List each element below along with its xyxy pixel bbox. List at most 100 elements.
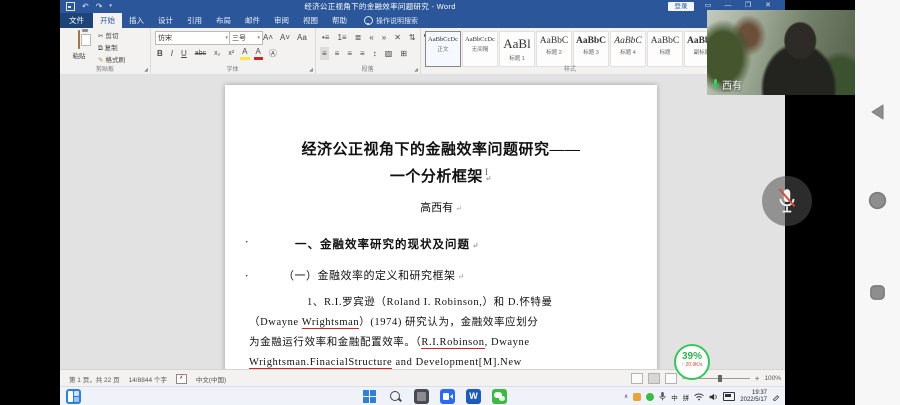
tab-file[interactable]: 文件 <box>60 13 93 28</box>
web-layout-icon[interactable] <box>665 373 678 384</box>
word-count[interactable]: 14/8844 个字 <box>129 374 167 384</box>
search-icon[interactable] <box>388 389 403 404</box>
font-name-select[interactable]: 仿宋 ▾ <box>155 31 231 45</box>
ribbon: 粘贴 ✂ 剪切 ⧉ 复制 ✎ 格式刷 剪贴板 ◢ 仿宋 ▾ 三号 ▾ A˄ A˅… <box>60 28 785 75</box>
paragraph-dialog-launcher-icon[interactable]: ◢ <box>414 67 418 73</box>
proofing-errors-icon[interactable]: ✗ <box>175 373 187 384</box>
tell-me-search[interactable]: 操作说明搜索 <box>364 13 418 28</box>
cut-button[interactable]: ✂ 剪切 <box>98 32 118 42</box>
style-title[interactable]: AaBbC 标题 <box>647 31 683 67</box>
line-spacing-icon[interactable]: ↕ <box>371 47 379 60</box>
strikethrough-icon[interactable]: abc <box>193 47 208 60</box>
android-home-button[interactable] <box>855 190 900 211</box>
align-left-icon[interactable]: ≡ <box>320 47 329 60</box>
paragraph-group-label: 段落 <box>361 67 374 73</box>
battery-icon[interactable] <box>723 392 736 401</box>
tencent-meeting-icon[interactable] <box>440 389 455 404</box>
numbered-list-icon[interactable]: 1≡ <box>335 31 348 44</box>
justify-icon[interactable]: ≡ <box>358 47 367 60</box>
widgets-icon[interactable] <box>66 389 81 404</box>
webcam-video-tile[interactable]: 西有 <box>707 10 855 95</box>
zoom-slider-knob[interactable] <box>717 375 722 382</box>
shrink-font-icon[interactable]: A˅ <box>278 31 292 44</box>
body-line: Wrightsman.FinacialStructure and Develop… <box>249 357 522 369</box>
read-mode-icon[interactable] <box>631 373 644 384</box>
tab-design[interactable]: 设计 <box>151 13 180 28</box>
ime-layout[interactable]: 拼 <box>683 392 690 402</box>
bullet-list-icon[interactable]: •≡ <box>320 31 331 44</box>
document-page[interactable]: 经济公正视角下的金融效率问题研究—— 一个分析框架 ↵ 高西有 ↵ 一、金融效率研究… <box>225 85 657 369</box>
enclose-characters-icon[interactable]: Ⓐ <box>267 47 279 60</box>
word-app-icon[interactable]: W <box>466 389 481 404</box>
print-layout-icon[interactable] <box>648 373 661 384</box>
doc-title-line1: 经济公正视角下的金融效率问题研究—— <box>301 142 581 158</box>
decrease-indent-icon[interactable]: « <box>367 31 375 44</box>
tab-references[interactable]: 引用 <box>180 13 209 28</box>
increase-indent-icon[interactable]: » <box>380 31 388 44</box>
tab-insert[interactable]: 插入 <box>122 13 151 28</box>
scissors-icon: ✂ <box>98 33 104 40</box>
style-heading3[interactable]: AaBbC 标题 3 <box>573 31 609 67</box>
shading-icon[interactable]: ▨ <box>383 47 395 60</box>
speaker-icon[interactable] <box>709 393 718 401</box>
zoom-level[interactable]: 100% <box>764 375 781 382</box>
style-normal[interactable]: AaBbCcDc 正文 <box>425 31 461 67</box>
tab-view[interactable]: 视图 <box>296 13 325 28</box>
clipboard-group-label: 剪贴板 <box>95 67 114 73</box>
wechat-icon[interactable] <box>492 389 507 404</box>
align-center-icon[interactable]: ≡ <box>333 47 342 60</box>
paste-button[interactable]: 粘贴 <box>66 30 92 60</box>
tray-clock[interactable]: 19:37 2022/5/17 <box>740 390 767 404</box>
tray-app-icon[interactable] <box>633 392 642 401</box>
document-area: 经济公正视角下的金融效率问题研究—— 一个分析框架 ↵ 高西有 ↵ 一、金融效率研究… <box>60 74 785 369</box>
copy-button[interactable]: ⧉ 复制 <box>98 44 118 54</box>
notification-pen-icon[interactable] <box>772 393 780 401</box>
subscript-icon[interactable]: x₂ <box>212 47 222 60</box>
android-recents-button[interactable] <box>855 283 900 302</box>
signin-button[interactable]: 登录 <box>668 2 694 11</box>
tray-expand-icon[interactable]: ∧ <box>624 393 628 400</box>
language-indicator[interactable]: 中文(中国) <box>196 374 226 384</box>
floating-assistant-badge[interactable]: 39% ↑ 20.9K/s <box>674 344 710 380</box>
style-heading2[interactable]: AaBbC 标题 2 <box>536 31 572 67</box>
android-back-button[interactable] <box>855 102 900 122</box>
clipboard-dialog-launcher-icon[interactable]: ◢ <box>144 67 148 73</box>
task-view-icon[interactable] <box>414 389 429 404</box>
style-heading1[interactable]: AaBl 标题 1 <box>499 31 535 67</box>
mute-toggle-button[interactable] <box>762 176 812 226</box>
change-case-icon[interactable]: Aa <box>295 31 309 44</box>
grow-font-icon[interactable]: A˄ <box>261 31 275 44</box>
tray-green-app-icon[interactable] <box>646 392 655 401</box>
font-size-select[interactable]: 三号 ▾ <box>229 31 263 45</box>
wifi-icon[interactable] <box>694 393 705 401</box>
tab-mailings[interactable]: 邮件 <box>238 13 267 28</box>
superscript-icon[interactable]: x² <box>226 47 236 60</box>
style-no-spacing[interactable]: AaBbCcDc 无间隔 <box>462 31 498 67</box>
font-dialog-launcher-icon[interactable]: ◢ <box>309 67 313 73</box>
align-right-icon[interactable]: ≡ <box>345 47 354 60</box>
tray-mic-icon[interactable] <box>659 392 666 401</box>
multilevel-list-icon[interactable]: ≣ <box>353 31 364 44</box>
tab-review[interactable]: 审阅 <box>267 13 296 28</box>
style-heading4[interactable]: AaBbC 标题 4 <box>610 31 646 67</box>
borders-icon[interactable]: ⊞ <box>398 47 409 60</box>
font-color-icon[interactable]: A <box>253 47 263 60</box>
page-indicator[interactable]: 第 1 页，共 22 页 <box>69 374 120 384</box>
recents-square-icon <box>870 285 885 300</box>
start-button[interactable] <box>362 389 377 404</box>
text-cursor-ibeam: I <box>485 167 488 177</box>
zoom-slider[interactable] <box>691 375 750 382</box>
windows-taskbar: W ∧ 中 拼 19:37 2022/5/17 <box>60 386 785 405</box>
zoom-in-icon[interactable]: + <box>755 374 760 383</box>
italic-icon[interactable]: I <box>169 47 175 60</box>
tab-home[interactable]: 开始 <box>93 13 122 28</box>
highlight-color-icon[interactable]: A <box>240 47 250 60</box>
ime-mode[interactable]: 中 <box>671 392 678 402</box>
clipboard-group: 粘贴 ✂ 剪切 ⧉ 复制 ✎ 格式刷 剪贴板 ◢ <box>60 28 151 74</box>
asian-layout-icon[interactable]: ✕ <box>392 31 403 44</box>
bold-icon[interactable]: B <box>155 47 165 60</box>
tab-help[interactable]: 帮助 <box>325 13 354 28</box>
sort-icon[interactable]: ⇅ <box>407 31 418 44</box>
underline-icon[interactable]: U <box>179 47 189 60</box>
tab-layout[interactable]: 布局 <box>209 13 238 28</box>
